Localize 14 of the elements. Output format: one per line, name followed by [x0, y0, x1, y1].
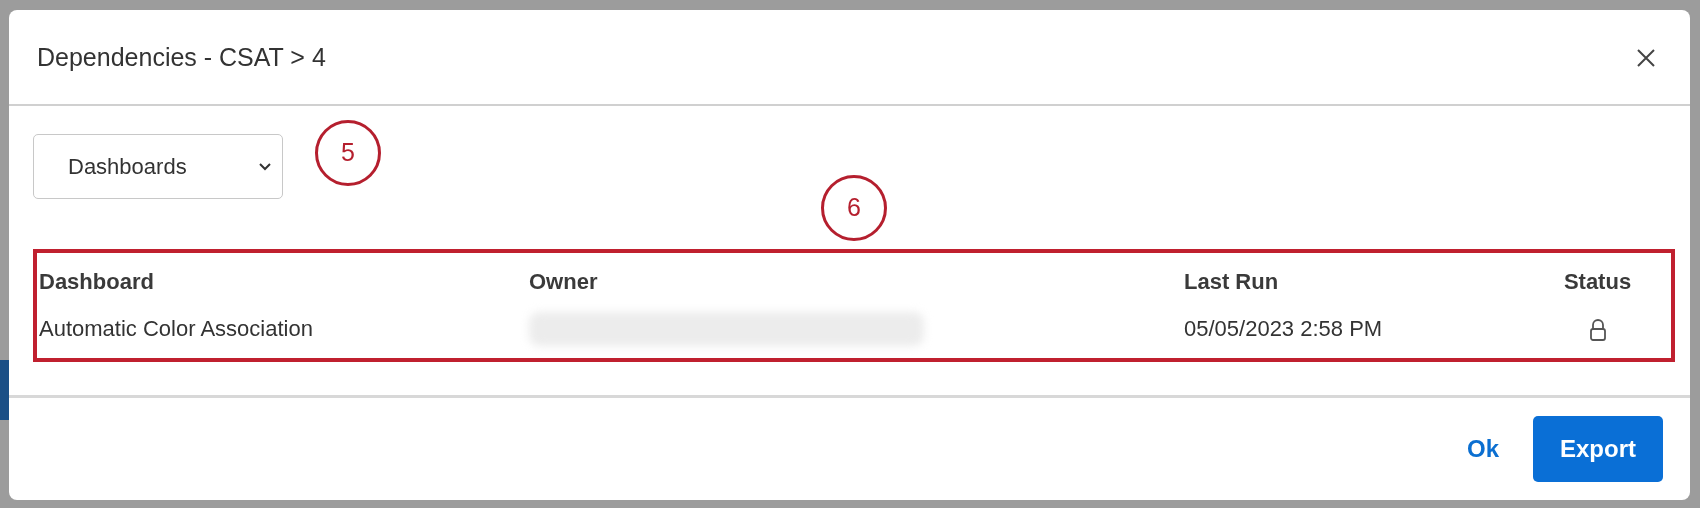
column-header: Dashboard: [38, 268, 155, 297]
callout-marker: 6: [821, 175, 887, 241]
chevron-down-icon: [258, 162, 272, 171]
table-cell-text: 05/05/2023 2:58 PM: [1184, 314, 1384, 343]
table-cell-text: Automatic Color Association: [38, 314, 314, 343]
dialog-title: Dependencies - CSAT > 4: [37, 42, 326, 72]
column-header: Last Run: [1184, 268, 1280, 297]
export-button[interactable]: Export: [1533, 416, 1663, 482]
close-icon: [1636, 47, 1656, 68]
type-select[interactable]: Dashboards: [33, 134, 283, 199]
column-header: Owner: [529, 268, 599, 297]
column-header: Status: [1562, 268, 1633, 297]
ok-button[interactable]: Ok: [1467, 431, 1499, 467]
callout-marker: 5: [315, 120, 381, 186]
